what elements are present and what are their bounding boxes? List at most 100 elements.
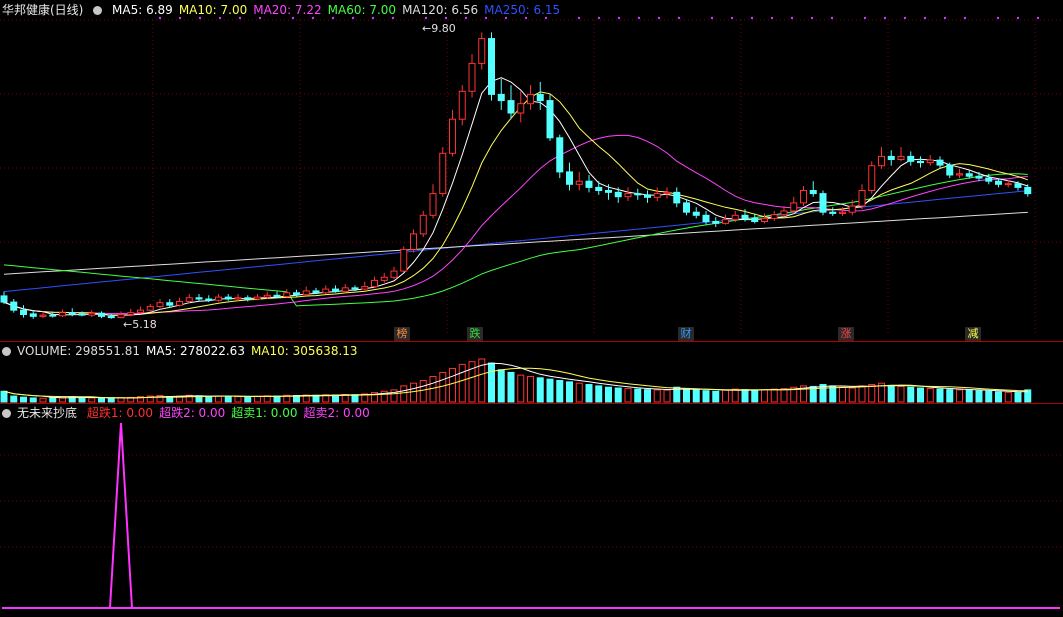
indicator-pane[interactable]: 无未来抄底 超跌1: 0.00 超跌2: 0.00 超卖1: 0.00 超卖2: 0.… bbox=[0, 403, 1063, 617]
candle[interactable] bbox=[449, 118, 456, 154]
candle[interactable] bbox=[273, 294, 281, 298]
candle[interactable] bbox=[829, 211, 837, 214]
candle[interactable] bbox=[458, 90, 466, 120]
event-tag[interactable]: 财 bbox=[678, 327, 694, 341]
candle[interactable] bbox=[1004, 183, 1012, 186]
candle[interactable] bbox=[985, 177, 993, 182]
candle[interactable] bbox=[429, 193, 437, 216]
candle[interactable] bbox=[936, 159, 944, 166]
candle[interactable] bbox=[907, 155, 915, 162]
candle[interactable] bbox=[234, 297, 242, 300]
candle[interactable] bbox=[800, 190, 807, 204]
candle[interactable] bbox=[848, 205, 856, 213]
candle[interactable] bbox=[751, 217, 759, 222]
candle[interactable] bbox=[497, 93, 505, 102]
candle[interactable] bbox=[653, 193, 661, 198]
candle[interactable] bbox=[107, 315, 115, 319]
candle[interactable] bbox=[946, 164, 954, 176]
candle[interactable] bbox=[293, 292, 300, 296]
candle[interactable] bbox=[410, 233, 417, 250]
candle[interactable] bbox=[770, 214, 778, 219]
candle[interactable] bbox=[566, 171, 573, 185]
candle[interactable] bbox=[624, 193, 632, 198]
event-tag[interactable]: 减 bbox=[965, 327, 981, 341]
candle[interactable] bbox=[332, 288, 339, 293]
candle[interactable] bbox=[712, 221, 720, 224]
candle[interactable] bbox=[312, 290, 320, 294]
candle[interactable] bbox=[215, 296, 222, 301]
candle[interactable] bbox=[527, 93, 534, 105]
candle[interactable] bbox=[137, 309, 144, 314]
candle[interactable] bbox=[839, 211, 846, 214]
candle[interactable] bbox=[78, 313, 86, 316]
candle[interactable] bbox=[224, 296, 232, 300]
candle[interactable] bbox=[926, 159, 934, 164]
candle[interactable] bbox=[166, 302, 174, 306]
candlestick-chart[interactable] bbox=[0, 0, 1063, 341]
candle[interactable] bbox=[68, 312, 76, 315]
candle[interactable] bbox=[419, 214, 427, 235]
candle[interactable] bbox=[536, 93, 544, 102]
candle[interactable] bbox=[956, 173, 963, 176]
candle[interactable] bbox=[341, 287, 349, 293]
candle[interactable] bbox=[380, 276, 388, 281]
candle[interactable] bbox=[478, 38, 486, 64]
event-tag[interactable]: 涨 bbox=[838, 327, 854, 341]
candle[interactable] bbox=[400, 248, 408, 272]
candle[interactable] bbox=[673, 191, 681, 204]
candle[interactable] bbox=[634, 193, 642, 196]
event-tag[interactable]: 跌 bbox=[467, 327, 483, 341]
candle[interactable] bbox=[195, 297, 203, 300]
candle[interactable] bbox=[146, 305, 154, 311]
candle[interactable] bbox=[98, 312, 105, 317]
candle[interactable] bbox=[809, 190, 817, 195]
candle[interactable] bbox=[858, 190, 866, 207]
candle[interactable] bbox=[780, 210, 788, 216]
candle[interactable] bbox=[1014, 183, 1022, 188]
oversold-signal-spike[interactable] bbox=[109, 422, 133, 609]
candle[interactable] bbox=[692, 211, 700, 216]
candle[interactable] bbox=[156, 302, 164, 307]
candle[interactable] bbox=[0, 295, 8, 303]
candle[interactable] bbox=[965, 173, 973, 177]
candle[interactable] bbox=[556, 137, 564, 173]
volume-pane[interactable]: VOLUME: 298551.81 MA5: 278022.63 MA10: 305… bbox=[0, 341, 1063, 403]
candle[interactable] bbox=[575, 180, 583, 185]
indicator-chart[interactable] bbox=[0, 403, 1063, 617]
candle[interactable] bbox=[263, 294, 271, 298]
candle[interactable] bbox=[897, 155, 905, 160]
candle[interactable] bbox=[878, 155, 885, 167]
candle[interactable] bbox=[185, 297, 193, 302]
candle[interactable] bbox=[741, 214, 749, 219]
candle[interactable] bbox=[127, 312, 135, 316]
candle[interactable] bbox=[917, 160, 924, 164]
candle[interactable] bbox=[10, 301, 18, 311]
candle[interactable] bbox=[683, 202, 690, 213]
candle[interactable] bbox=[868, 165, 876, 191]
candle[interactable] bbox=[439, 152, 447, 195]
candle[interactable] bbox=[322, 288, 330, 294]
candle[interactable] bbox=[29, 313, 37, 317]
candle[interactable] bbox=[995, 180, 1002, 185]
candle[interactable] bbox=[488, 38, 495, 95]
candle[interactable] bbox=[205, 298, 213, 301]
candle[interactable] bbox=[614, 191, 622, 198]
candle[interactable] bbox=[59, 312, 66, 317]
circle-icon[interactable] bbox=[2, 347, 11, 356]
candle[interactable] bbox=[507, 100, 515, 114]
candle[interactable] bbox=[585, 180, 593, 188]
candle[interactable] bbox=[644, 194, 651, 198]
candle[interactable] bbox=[351, 287, 359, 290]
circle-icon[interactable] bbox=[2, 409, 11, 418]
candle[interactable] bbox=[1024, 186, 1032, 195]
candle[interactable] bbox=[605, 190, 612, 193]
event-tag[interactable]: 榜 bbox=[394, 327, 410, 341]
candle[interactable] bbox=[517, 103, 525, 114]
candle[interactable] bbox=[371, 279, 378, 288]
candle[interactable] bbox=[702, 214, 710, 223]
candle[interactable] bbox=[975, 175, 983, 179]
candle[interactable] bbox=[176, 300, 183, 306]
candle[interactable] bbox=[283, 292, 291, 298]
candle[interactable] bbox=[39, 314, 47, 317]
candle[interactable] bbox=[761, 217, 768, 222]
